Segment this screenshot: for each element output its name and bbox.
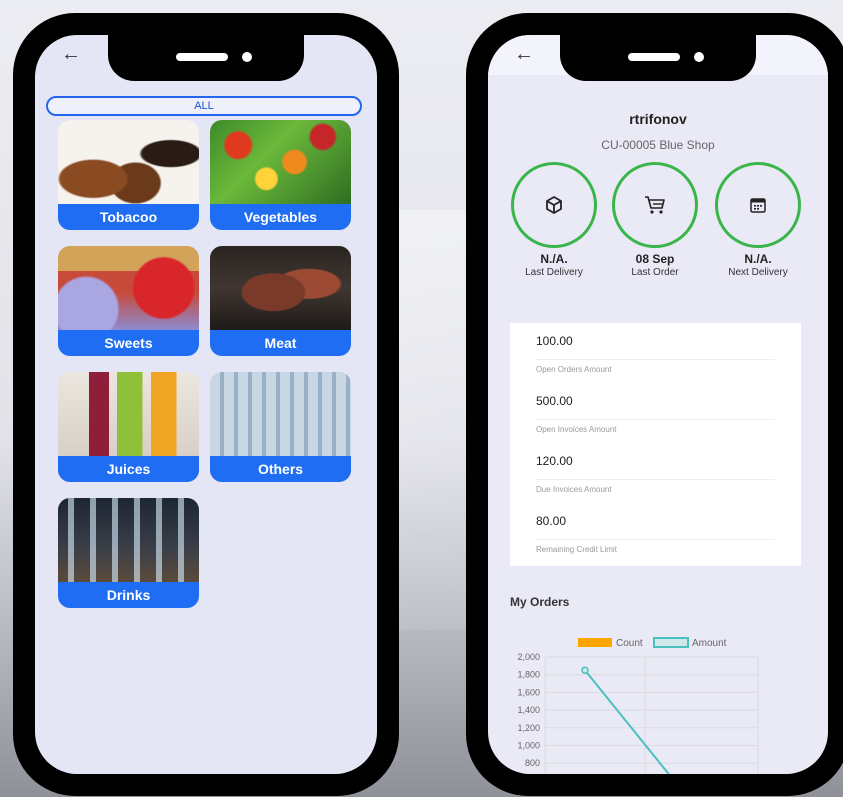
legend-swatch-amount (653, 637, 689, 648)
calendar-icon (750, 198, 766, 213)
category-tile-drinks[interactable]: Drinks (58, 498, 199, 608)
open-orders-amount: 100.00 (536, 334, 573, 348)
remaining-credit-amount: 80.00 (536, 514, 567, 528)
category-label: Others (210, 456, 351, 482)
category-tile-juices[interactable]: Juices (58, 372, 199, 482)
arrow-left-icon[interactable]: ← (514, 43, 534, 66)
categories-screen: ← ALL Tobacoo Vegetables Sweets Meat Jui… (35, 35, 377, 774)
category-label: Vegetables (210, 204, 351, 230)
juices-image (58, 372, 199, 456)
remaining-credit-caption: Remaining Credit Limit (536, 545, 617, 554)
package-icon (546, 196, 562, 214)
stat-last-delivery[interactable]: N./A. Last Delivery (502, 162, 606, 278)
sweets-image (58, 246, 199, 330)
stat-caption: Last Delivery (525, 267, 583, 278)
all-filter-button[interactable]: ALL (46, 96, 362, 116)
open-invoices-caption: Open Invoices Amount (536, 425, 617, 434)
amounts-card: 100.00 Open Orders Amount 500.00 Open In… (510, 323, 801, 566)
stat-value: 08 Sep (635, 252, 675, 266)
divider (536, 419, 775, 420)
category-label: Meat (210, 330, 351, 356)
tobacco-image (58, 120, 199, 204)
stat-next-delivery[interactable]: N./A. Next Delivery (706, 162, 810, 278)
open-orders-caption: Open Orders Amount (536, 365, 612, 374)
username: rtrifonov (629, 111, 687, 127)
arrow-left-icon[interactable]: ← (61, 43, 81, 66)
stat-last-order[interactable]: 08 Sep Last Order (603, 162, 707, 278)
series-line-amount (584, 669, 671, 774)
orders-chart: Count Amount 2,000 1,800 1,600 1,400 1,200 1,00… (517, 637, 759, 774)
y-tick-label: 1,400 (517, 705, 540, 715)
due-invoices-caption: Due Invoices Amount (536, 485, 612, 494)
stat-ring (511, 162, 597, 248)
y-tick-label: 800 (525, 758, 540, 768)
dashboard-screen: ← rtrifonov CU-00005 Blue Shop N./A. Las… (488, 35, 828, 774)
phone-notch (108, 35, 304, 81)
left-phone-frame: ← ALL Tobacoo Vegetables Sweets Meat Jui… (13, 13, 399, 796)
drinks-image (58, 498, 199, 582)
legend-swatch-count (578, 638, 612, 647)
stat-value: N./A. (744, 252, 772, 266)
y-tick-label: 1,600 (517, 687, 540, 697)
meat-image (210, 246, 351, 330)
category-label: Tobacoo (58, 204, 199, 230)
legend-label: Amount (692, 638, 727, 649)
shop-name: CU-00005 Blue Shop (601, 138, 715, 152)
category-tile-sweets[interactable]: Sweets (58, 246, 199, 356)
y-tick-label: 2,000 (517, 652, 540, 662)
category-tile-others[interactable]: Others (210, 372, 351, 482)
category-label: Drinks (58, 582, 199, 608)
divider (536, 539, 775, 540)
category-tile-tobacco[interactable]: Tobacoo (58, 120, 199, 230)
vegetables-image (210, 120, 351, 204)
category-label: Juices (58, 456, 199, 482)
y-tick-label: 1,000 (517, 741, 540, 751)
cart-icon (645, 196, 665, 214)
others-image (210, 372, 351, 456)
category-tile-vegetables[interactable]: Vegetables (210, 120, 351, 230)
data-point-amount (581, 666, 589, 675)
due-invoices-amount: 120.00 (536, 454, 573, 468)
stat-value: N./A. (540, 252, 568, 266)
y-tick-label: 1,800 (517, 670, 540, 680)
stat-caption: Next Delivery (728, 267, 788, 278)
divider (536, 479, 775, 480)
phone-notch (560, 35, 756, 81)
right-phone-frame: ← rtrifonov CU-00005 Blue Shop N./A. Las… (466, 13, 843, 796)
y-tick-label: 1,200 (517, 723, 540, 733)
category-label: Sweets (58, 330, 199, 356)
divider (536, 359, 775, 360)
category-tile-meat[interactable]: Meat (210, 246, 351, 356)
legend-label: Count (616, 638, 643, 649)
stat-caption: Last Order (631, 267, 679, 278)
stat-ring (715, 162, 801, 248)
open-invoices-amount: 500.00 (536, 394, 573, 408)
stat-ring (612, 162, 698, 248)
my-orders-title: My Orders (510, 595, 570, 609)
